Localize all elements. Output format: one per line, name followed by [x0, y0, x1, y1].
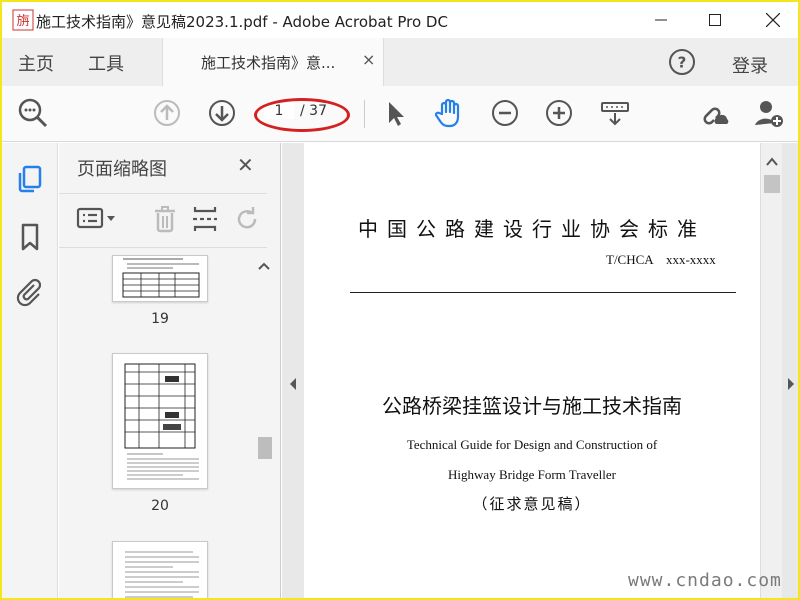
share-link-icon[interactable] — [698, 96, 732, 130]
hand-tool-icon[interactable] — [432, 96, 466, 130]
close-tab-button[interactable]: × — [362, 50, 375, 69]
collapse-arrow-icon — [290, 378, 296, 390]
tab-home[interactable]: 主页 — [18, 50, 54, 76]
english-title-line-2: Highway Bridge Form Traveller — [448, 467, 616, 482]
tab-tools[interactable]: 工具 — [88, 50, 124, 76]
close-panel-button[interactable]: ✕ — [237, 153, 254, 177]
page-down-icon[interactable] — [205, 96, 239, 130]
help-icon: ? — [669, 49, 695, 75]
standard-org-title: 中国公路建设行业协会标准 — [358, 217, 706, 241]
document-scrollbar[interactable] — [760, 143, 782, 598]
panel-splitter[interactable] — [282, 143, 304, 598]
thumbnail-page-number: 19 — [151, 311, 169, 327]
panel-divider — [59, 247, 267, 248]
page-highlight-annotation — [254, 98, 350, 132]
panel-divider — [59, 193, 267, 194]
header-rule — [350, 292, 736, 293]
select-arrow-icon[interactable] — [378, 96, 412, 130]
window-title: 施工技术指南》意见稿2023.1.pdf - Adobe Acrobat Pro… — [36, 13, 448, 31]
tab-bar: 主页 工具 施工技术指南》意... × ? 登录 — [2, 38, 798, 86]
page-thumbnail[interactable] — [112, 541, 208, 598]
page-thumbnail[interactable] — [112, 255, 208, 302]
svg-text:旃: 旃 — [16, 14, 29, 29]
english-title-line-1: Technical Guide for Design and Construct… — [406, 437, 658, 452]
document-page: 中国公路建设行业协会标准 T/CHCA xxx-xxxx 公路桥梁挂篮设计与施工… — [304, 143, 760, 598]
app-logo-icon: 旃 — [12, 9, 34, 31]
tab-document[interactable]: 施工技术指南》意... × — [162, 38, 384, 86]
svg-text:?: ? — [678, 54, 687, 72]
thumbnail-panel: 页面缩略图 ✕ 19 20 — [59, 143, 281, 598]
scroll-up-icon — [258, 262, 270, 270]
draft-label: （征求意见稿） — [472, 495, 592, 513]
acrobat-window: 旃 施工技术指南》意见稿2023.1.pdf - Adobe Acrobat P… — [2, 2, 798, 598]
delete-pages-icon[interactable] — [149, 203, 181, 235]
search-zoom-icon[interactable] — [16, 96, 50, 130]
title-bar: 旃 施工技术指南》意见稿2023.1.pdf - Adobe Acrobat P… — [2, 2, 798, 38]
bookmarks-icon[interactable] — [14, 221, 46, 253]
zoom-out-icon[interactable] — [488, 96, 522, 130]
page-up-icon[interactable] — [150, 96, 184, 130]
add-user-icon[interactable] — [752, 96, 786, 130]
site-watermark: www.cndao.com — [628, 570, 782, 591]
page-thumbnails-icon[interactable] — [14, 163, 46, 195]
document-title: 公路桥梁挂篮设计与施工技术指南 — [382, 394, 682, 418]
toolbar-divider — [364, 100, 365, 128]
scroll-up-icon — [766, 157, 778, 166]
minimize-icon — [655, 19, 667, 21]
minimize-button[interactable] — [638, 2, 684, 38]
split-pages-icon[interactable] — [189, 203, 221, 235]
thumbnail-options-icon[interactable] — [75, 203, 115, 235]
rotate-page-icon[interactable] — [231, 203, 263, 235]
page-display-icon[interactable] — [598, 96, 632, 130]
close-icon — [766, 13, 780, 27]
scroll-thumb — [258, 437, 272, 459]
right-pane-toggle[interactable] — [782, 143, 798, 598]
page-thumbnail[interactable] — [112, 353, 208, 489]
login-button[interactable]: 登录 — [732, 52, 768, 78]
help-button[interactable]: ? — [668, 48, 696, 76]
close-window-button[interactable] — [750, 2, 796, 38]
zoom-in-icon[interactable] — [542, 96, 576, 130]
main-toolbar: 1 / 37 — [2, 86, 798, 142]
document-tab-label: 施工技术指南》意... — [201, 54, 336, 72]
scroll-thumb — [764, 175, 780, 193]
maximize-button[interactable] — [692, 2, 738, 38]
expand-arrow-icon — [788, 378, 794, 390]
maximize-icon — [709, 14, 721, 26]
panel-title: 页面缩略图 — [77, 159, 167, 180]
thumbnail-scrollbar[interactable] — [255, 255, 273, 598]
thumbnail-page-number: 20 — [151, 498, 169, 514]
left-rail — [2, 143, 58, 598]
attachments-icon[interactable] — [14, 277, 46, 309]
standard-code: T/CHCA xxx-xxxx — [606, 252, 716, 267]
